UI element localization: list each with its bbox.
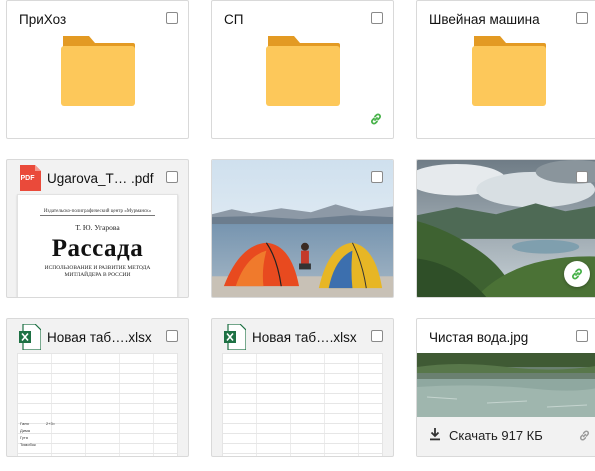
download-bar[interactable]: Скачать 917 КБ <box>417 417 595 456</box>
sheet-cell: Галя <box>20 421 29 426</box>
excel-icon <box>19 324 41 350</box>
select-checkbox[interactable] <box>166 171 178 183</box>
spreadsheet-preview: Галя Дима Гутя Тимобок 2+3= <box>17 353 178 456</box>
select-checkbox[interactable] <box>166 12 178 24</box>
folder-icon <box>471 36 546 106</box>
pdf-icon-label: PDF <box>20 175 35 182</box>
folder-name: ПриХоз <box>19 12 67 27</box>
select-checkbox[interactable] <box>371 330 383 342</box>
folder-name: СП <box>224 12 244 27</box>
folder-card-sp[interactable]: СП <box>211 0 394 139</box>
link-icon[interactable] <box>369 112 383 126</box>
folder-icon <box>265 36 340 106</box>
sheet-cell: Гутя <box>20 435 28 440</box>
file-name: Новая таб….xlsx <box>47 330 152 345</box>
folder-card-sewing-machine[interactable]: Швейная машина <box>416 0 595 139</box>
download-icon <box>430 428 440 441</box>
file-card-pdf[interactable]: PDF Ugarova_T… .pdf Издательско-полиграф… <box>6 159 189 298</box>
file-card-xlsx-1[interactable]: Новая таб….xlsx Галя Дима Гутя Тимобок 2… <box>6 318 189 457</box>
water-photo <box>417 353 595 417</box>
sheet-cell: 2+3= <box>46 421 56 426</box>
folder-name: Швейная машина <box>429 12 540 27</box>
link-icon <box>572 268 582 280</box>
image-card-tents[interactable] <box>211 159 394 298</box>
sheet-cell: Тимобок <box>20 442 36 447</box>
sheet-cells: Галя Дима Гутя Тимобок <box>20 420 36 448</box>
folder-icon <box>60 36 135 106</box>
doc-author: Т. Ю. Угарова <box>75 223 120 232</box>
download-label[interactable]: Скачать 917 КБ <box>449 428 543 443</box>
select-checkbox[interactable] <box>166 330 178 342</box>
doc-title: Рассада <box>51 235 144 262</box>
doc-rule <box>40 215 155 216</box>
tents-photo <box>212 160 393 297</box>
link-icon[interactable] <box>578 429 591 442</box>
sheet-cell: Дима <box>20 428 30 433</box>
select-checkbox[interactable] <box>576 171 588 183</box>
select-checkbox[interactable] <box>576 12 588 24</box>
folder-card-prikhoz[interactable]: ПриХоз <box>6 0 189 139</box>
select-checkbox[interactable] <box>371 171 383 183</box>
image-card-landscape[interactable] <box>416 159 595 298</box>
excel-icon <box>224 324 246 350</box>
file-name: Ugarova_T… .pdf <box>47 171 154 186</box>
doc-subtitle: ИСПОЛЬЗОВАНИЕ И РАЗВИТИЕ МЕТОДА МИТЛАЙДЕ… <box>44 265 151 278</box>
pdf-preview: Издательско-полиграфический центр «Мурма… <box>17 194 178 297</box>
file-name: Чистая вода.jpg <box>429 330 529 345</box>
share-link-button[interactable] <box>564 261 590 287</box>
select-checkbox[interactable] <box>576 330 588 342</box>
file-card-xlsx-2[interactable]: Новая таб….xlsx <box>211 318 394 457</box>
doc-publisher: Издательско-полиграфический центр «Мурма… <box>43 209 152 214</box>
select-checkbox[interactable] <box>371 12 383 24</box>
file-name: Новая таб….xlsx <box>252 330 357 345</box>
image-card-clean-water[interactable]: Чистая вода.jpg Скачать 917 КБ <box>416 318 595 457</box>
spreadsheet-preview <box>222 353 383 456</box>
